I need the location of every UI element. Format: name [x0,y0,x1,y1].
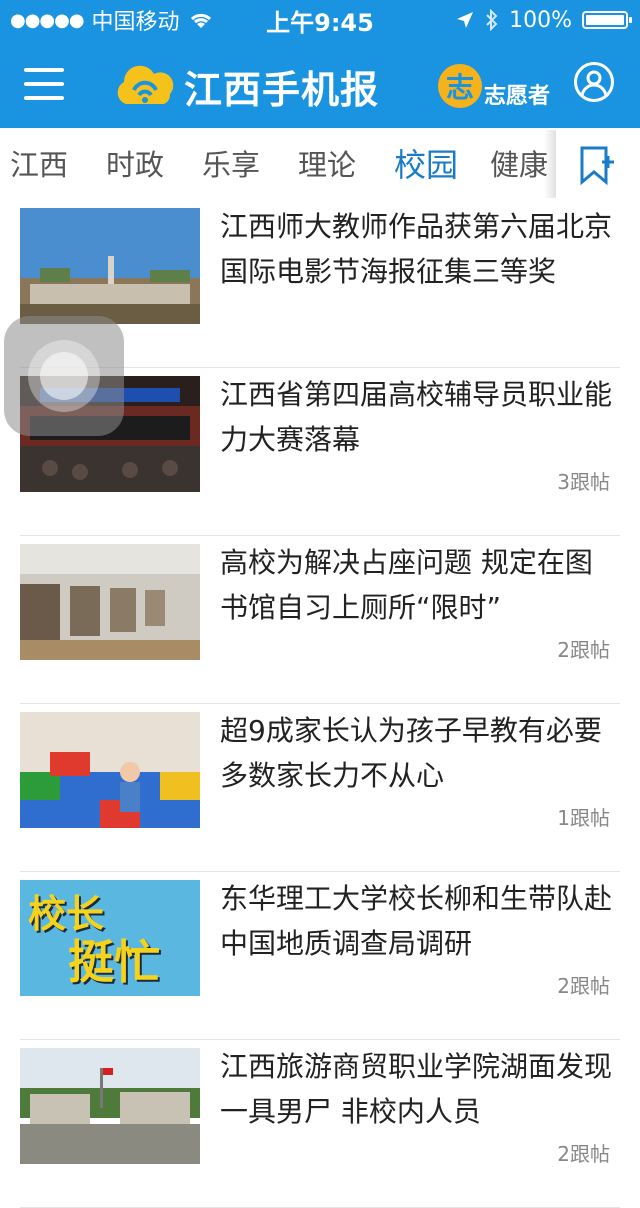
thumb-text-line1: 校长 [28,892,105,936]
volunteer-badge-icon: 志 [438,64,482,108]
tab-scroll-shadow [544,130,556,198]
app-logo: 江西手机报 [112,58,379,114]
user-avatar-glyph [580,70,608,98]
status-bar: ●●●●● 中国移动 上午9:45 100% [0,0,640,40]
reply-count: 1跟帖 [557,806,610,830]
article-thumbnail [20,544,200,660]
logo-cloud-icon [117,65,174,104]
status-right: 100% [455,7,632,33]
volunteer-button[interactable]: 志 志愿者 [438,62,550,110]
tab-campus[interactable]: 校园 [394,140,458,186]
article-title: 江西师大教师作品获第六届北京国际电影节海报征集三等奖 [220,210,613,288]
article-title: 江西旅游商贸职业学院湖面发现一具男尸 非校内人员 [220,1050,613,1128]
reply-count: 3跟帖 [557,470,610,494]
tab-theory[interactable]: 理论 [298,142,356,184]
tab-leisure[interactable]: 乐享 [202,142,260,184]
battery-percent: 100% [509,7,572,33]
tab-jiangxi[interactable]: 江西 [10,142,68,184]
location-icon [457,12,474,28]
app-header: ●●●●● 中国移动 上午9:45 100% 江西手机报 志 志愿者 [0,0,640,128]
reply-count: 2跟帖 [557,974,610,998]
hamburger-menu-icon[interactable] [24,68,64,100]
article-item[interactable]: 江西旅游商贸职业学院湖面发现一具男尸 非校内人员 2跟帖 [20,1040,620,1208]
user-circle-icon[interactable] [574,62,614,102]
article-title: 超9成家长认为孩子早教有必要 多数家长力不从心 [220,714,602,792]
reply-count: 2跟帖 [557,1142,610,1166]
bookmark-add-glyph [580,146,614,186]
bluetooth-icon [486,9,498,31]
thumb-text-line2: 挺忙 [68,935,160,989]
article-title: 东华理工大学校长柳和生带队赴中国地质调查局调研 [220,882,613,960]
article-item[interactable]: 高校为解决占座问题 规定在图书馆自习上厕所“限时” 2跟帖 [20,536,620,704]
article-item[interactable]: 超9成家长认为孩子早教有必要 多数家长力不从心 1跟帖 [20,704,620,872]
bookmark-add-icon[interactable] [556,128,640,200]
article-thumbnail [20,208,200,324]
battery-icon [582,11,632,29]
tab-politics[interactable]: 时政 [106,142,164,184]
article-thumbnail: 校长 挺忙 [20,880,200,996]
volunteer-label: 志愿者 [484,84,551,109]
tab-health[interactable]: 健康 [490,142,548,184]
reply-count: 2跟帖 [557,638,610,662]
article-title: 江西省第四届高校辅导员职业能力大赛落幕 [220,378,613,456]
nav-bar: 江西手机报 志 志愿者 [0,40,640,128]
article-thumbnail [20,712,200,828]
article-thumbnail [20,1048,200,1164]
article-item[interactable]: 校长 挺忙 东华理工大学校长柳和生带队赴中国地质调查局调研 2跟帖 [20,872,620,1040]
article-title: 高校为解决占座问题 规定在图书馆自习上厕所“限时” [220,546,593,624]
logo-text: 江西手机报 [184,67,380,112]
assistive-touch-button[interactable] [4,316,124,436]
